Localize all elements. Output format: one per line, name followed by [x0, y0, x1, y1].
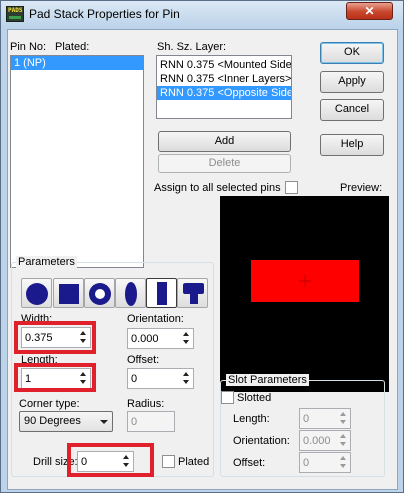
- apply-button[interactable]: Apply: [320, 71, 384, 93]
- close-icon: ✕: [364, 4, 375, 18]
- origin-marker-icon: [299, 275, 311, 287]
- offset-input[interactable]: [131, 371, 171, 386]
- help-button[interactable]: Help: [320, 134, 384, 156]
- plated-checkbox[interactable]: [162, 455, 175, 468]
- assign-all-label: Assign to all selected pins: [154, 182, 281, 194]
- add-button[interactable]: Add: [158, 131, 291, 152]
- rectangle-pad-button[interactable]: [146, 278, 177, 308]
- layer-list-item-mounted[interactable]: RNN 0.375 <Mounted Side: [157, 58, 291, 72]
- slot-orientation-field[interactable]: [299, 430, 351, 451]
- slot-orientation-spinner[interactable]: [338, 431, 350, 450]
- spin-down-icon: [340, 442, 346, 446]
- cancel-button[interactable]: Cancel: [320, 99, 384, 121]
- drill-size-highlight-box: [67, 443, 154, 477]
- pad-stack-dialog: PADS Pad Stack Properties for Pin ✕ Pin …: [0, 0, 404, 493]
- slot-offset-label: Offset:: [233, 457, 266, 469]
- preview-pane: [220, 196, 389, 392]
- assign-all-checkbox[interactable]: [285, 181, 298, 194]
- pin-list[interactable]: 1 (NP): [10, 55, 144, 268]
- spin-up-icon: [340, 434, 346, 438]
- slotted-label: Slotted: [237, 392, 272, 404]
- slot-length-field[interactable]: [299, 408, 351, 429]
- spin-up-icon: [183, 372, 189, 376]
- title-bar[interactable]: PADS Pad Stack Properties for Pin ✕: [1, 1, 403, 28]
- close-button[interactable]: ✕: [346, 2, 393, 20]
- spin-up-icon: [340, 412, 346, 416]
- orientation-label: Orientation:: [127, 313, 184, 325]
- radius-input[interactable]: [131, 414, 171, 429]
- width-highlight-box: [14, 321, 96, 354]
- pin-no-header: Pin No:: [10, 41, 47, 53]
- chevron-down-icon: [100, 420, 108, 424]
- pin-list-item[interactable]: 1 (NP): [11, 56, 143, 70]
- slot-length-input[interactable]: [303, 411, 343, 426]
- slot-offset-input[interactable]: [303, 455, 343, 470]
- corner-type-select[interactable]: 90 Degrees: [19, 411, 113, 432]
- radius-field[interactable]: [127, 411, 175, 432]
- odd-shape-pad-button[interactable]: [177, 278, 208, 308]
- slot-length-label: Length:: [233, 413, 270, 425]
- orientation-field[interactable]: [127, 328, 194, 349]
- round-pad-button[interactable]: [21, 278, 52, 308]
- spin-down-icon: [340, 464, 346, 468]
- round-pad-icon: [26, 283, 48, 305]
- oval-pad-icon: [125, 282, 137, 306]
- slot-offset-spinner[interactable]: [338, 453, 350, 472]
- slotted-checkbox[interactable]: [221, 391, 234, 404]
- corner-type-label: Corner type:: [19, 398, 80, 410]
- annular-pad-icon: [89, 283, 111, 305]
- radius-label: Radius:: [127, 398, 165, 410]
- layer-list-item-inner[interactable]: RNN 0.375 <Inner Layers>: [157, 72, 291, 86]
- corner-type-value: 90 Degrees: [24, 415, 81, 427]
- spin-up-icon: [183, 332, 189, 336]
- layer-list[interactable]: RNN 0.375 <Mounted Side RNN 0.375 <Inner…: [156, 55, 292, 119]
- odd-shape-pad-icon: [183, 283, 204, 304]
- slot-orientation-label: Orientation:: [233, 435, 290, 447]
- slot-offset-field[interactable]: [299, 452, 351, 473]
- spin-down-icon: [183, 380, 189, 384]
- orientation-spinner[interactable]: [181, 329, 193, 348]
- spin-up-icon: [340, 456, 346, 460]
- plated-label: Plated: [178, 456, 210, 468]
- offset-label: Offset:: [127, 354, 160, 366]
- offset-spinner[interactable]: [181, 369, 193, 388]
- layer-list-item-opposite[interactable]: RNN 0.375 <Opposite Side: [157, 86, 291, 100]
- window-title: Pad Stack Properties for Pin: [29, 7, 180, 21]
- spin-down-icon: [340, 420, 346, 424]
- spin-down-icon: [183, 340, 189, 344]
- preview-label: Preview:: [340, 182, 383, 194]
- slot-length-spinner[interactable]: [338, 409, 350, 428]
- length-highlight-box: [14, 363, 96, 392]
- plated-header: Plated:: [55, 41, 90, 53]
- square-pad-button[interactable]: [53, 278, 84, 308]
- delete-button[interactable]: Delete: [158, 154, 291, 173]
- annular-pad-button[interactable]: [84, 278, 115, 308]
- layer-list-header: Sh. Sz. Layer:: [157, 41, 227, 53]
- oval-pad-button[interactable]: [115, 278, 146, 308]
- orientation-input[interactable]: [131, 331, 171, 346]
- pads-app-icon: PADS: [6, 6, 24, 22]
- offset-field[interactable]: [127, 368, 194, 389]
- dialog-client-area: Pin No: Plated: 1 (NP) Sh. Sz. Layer: RN…: [7, 29, 398, 490]
- app-icon-text: PADS: [8, 7, 23, 14]
- square-pad-icon: [59, 284, 79, 304]
- slot-parameters-title: Slot Parameters: [226, 374, 309, 386]
- ok-button[interactable]: OK: [320, 42, 384, 64]
- rectangle-pad-icon: [157, 282, 167, 305]
- parameters-title: Parameters: [16, 256, 77, 268]
- slot-orientation-input[interactable]: [303, 433, 343, 448]
